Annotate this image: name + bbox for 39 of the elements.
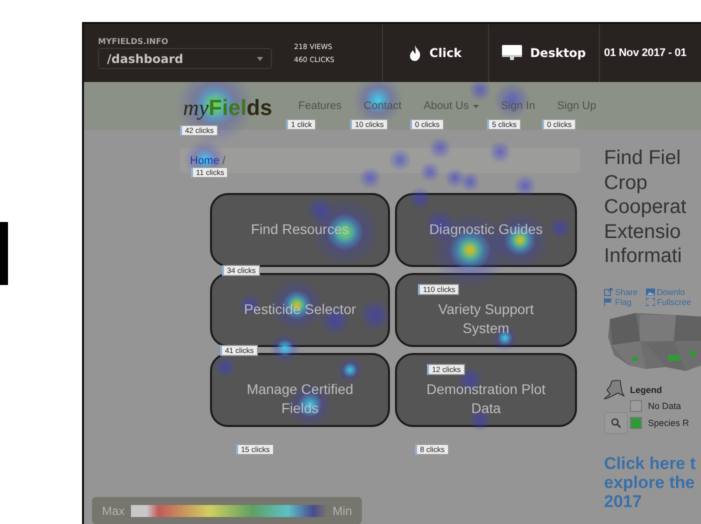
zoom-icon [611, 418, 621, 428]
max-label: Max [102, 504, 125, 518]
heat-spot [468, 82, 492, 102]
heat-spot [488, 140, 512, 164]
heat-spot [358, 298, 392, 332]
date-range[interactable]: 01 Nov 2017 - 01 [604, 47, 686, 59]
fullscreen-icon [646, 298, 655, 306]
heat-spot [428, 136, 452, 160]
caret-icon [257, 56, 263, 60]
site-name: MYFIELDS.INFO [98, 37, 170, 46]
heat-spot [388, 148, 412, 172]
flag-icon [604, 298, 613, 306]
flame-icon [409, 45, 422, 61]
nav-link[interactable]: Features [298, 100, 342, 112]
nav-link[interactable]: Sign Up [557, 100, 596, 112]
heat-spot [420, 162, 440, 182]
min-label: Min [332, 504, 352, 518]
logo[interactable]: myFields [183, 95, 272, 121]
nav-link[interactable]: About Us [424, 100, 479, 112]
legend-label: No Data [648, 400, 682, 410]
zoom-button[interactable] [604, 412, 628, 434]
nav-link[interactable]: Sign In [500, 100, 536, 112]
vertical-bar [0, 222, 8, 285]
heat-spot [358, 166, 382, 190]
breadcrumb-separator: / [222, 154, 226, 166]
page-dropdown[interactable]: /dashboard [98, 48, 272, 69]
map-inset-icon [604, 380, 626, 400]
heat-spot [514, 174, 536, 198]
page-heading: Find Fiel Crop Cooperat Extensio Informati [604, 146, 688, 268]
monitor-icon [502, 45, 522, 61]
share-icon [604, 288, 613, 296]
image-icon [646, 288, 655, 296]
device-button[interactable]: Desktop [489, 24, 600, 82]
heat-spot [336, 356, 364, 384]
heat-spot [460, 172, 480, 192]
heat-spot [214, 356, 236, 378]
breadcrumb-link[interactable]: Home [190, 154, 220, 166]
legend-title: Legend [630, 384, 664, 394]
legend-label: Species R [648, 418, 690, 428]
